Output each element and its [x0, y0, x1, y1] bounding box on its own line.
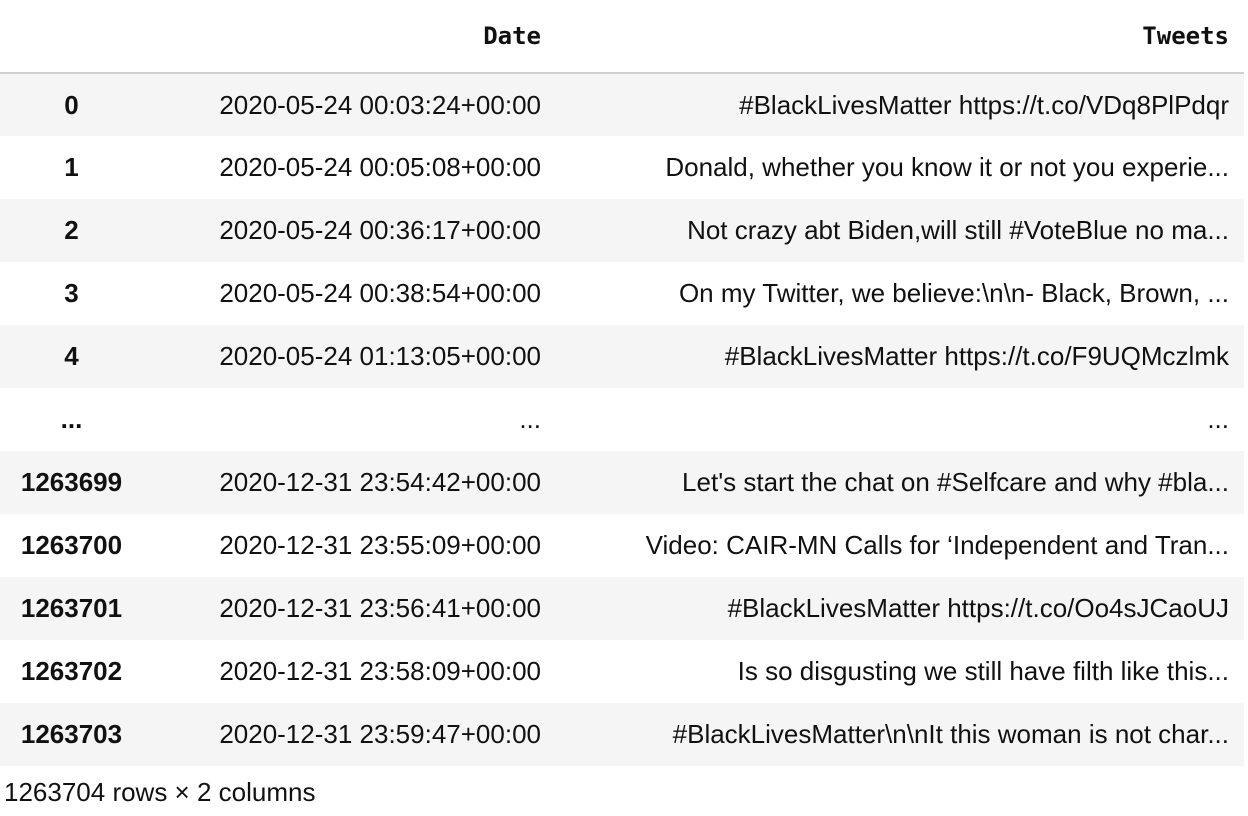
- row-index: 0: [64, 89, 79, 120]
- ellipsis-row: ... ... ...: [0, 388, 1244, 451]
- row-index: 3: [64, 278, 79, 308]
- date-cell-ellipsis: ...: [519, 404, 541, 434]
- header-date: Date: [143, 0, 556, 74]
- header-row: Date Tweets: [0, 0, 1244, 74]
- tweet-cell: #BlackLivesMatter https://t.co/F9UQMczlm…: [724, 341, 1229, 371]
- dataframe-table: Date Tweets 0 2020-05-24 00:03:24+00:00 …: [0, 0, 1244, 766]
- row-index-ellipsis: ...: [60, 404, 83, 434]
- table-row: 4 2020-05-24 01:13:05+00:00 #BlackLivesM…: [0, 325, 1244, 388]
- date-cell: 2020-12-31 23:54:42+00:00: [219, 467, 541, 497]
- table-row: 1263702 2020-12-31 23:58:09+00:00 Is so …: [0, 640, 1244, 703]
- table-row: 1263699 2020-12-31 23:54:42+00:00 Let's …: [0, 451, 1244, 514]
- date-cell: 2020-05-24 01:13:05+00:00: [219, 341, 541, 371]
- table-row: 1263700 2020-12-31 23:55:09+00:00 Video:…: [0, 514, 1244, 577]
- header-tweets: Tweets: [556, 0, 1244, 74]
- table-row: 2 2020-05-24 00:36:17+00:00 Not crazy ab…: [0, 199, 1244, 262]
- table-row: 1 2020-05-24 00:05:08+00:00 Donald, whet…: [0, 136, 1244, 199]
- header-index: [0, 0, 143, 74]
- tweet-cell: Is so disgusting we still have filth lik…: [737, 656, 1229, 686]
- tweet-cell: Let's start the chat on #Selfcare and wh…: [682, 467, 1229, 497]
- table-header: Date Tweets: [0, 0, 1244, 74]
- table-body: 0 2020-05-24 00:03:24+00:00 #BlackLivesM…: [0, 73, 1244, 766]
- date-cell: 2020-12-31 23:58:09+00:00: [219, 656, 541, 686]
- tweet-cell: Not crazy abt Biden,will still #VoteBlue…: [687, 215, 1229, 245]
- table-row: 0 2020-05-24 00:03:24+00:00 #BlackLivesM…: [0, 73, 1244, 136]
- table-row: 1263703 2020-12-31 23:59:47+00:00 #Black…: [0, 703, 1244, 766]
- tweet-cell: Video: CAIR-MN Calls for ‘Independent an…: [645, 530, 1229, 560]
- dataframe-shape-summary: 1263704 rows × 2 columns: [4, 777, 316, 807]
- tweet-cell: #BlackLivesMatter https://t.co/Oo4sJCaoU…: [727, 593, 1229, 623]
- row-index: 4: [64, 341, 79, 371]
- row-index: 1263703: [20, 719, 123, 749]
- dataframe-output: Date Tweets 0 2020-05-24 00:03:24+00:00 …: [0, 0, 1248, 766]
- row-index: 1263700: [20, 530, 123, 560]
- row-index: 2: [64, 215, 79, 245]
- date-cell: 2020-12-31 23:59:47+00:00: [219, 719, 541, 749]
- table-row: 1263701 2020-12-31 23:56:41+00:00 #Black…: [0, 577, 1244, 640]
- date-cell: 2020-05-24 00:36:17+00:00: [219, 215, 541, 245]
- date-cell: 2020-12-31 23:56:41+00:00: [219, 593, 541, 623]
- tweet-cell: On my Twitter, we believe:\n\n- Black, B…: [678, 278, 1229, 308]
- row-index: 1263701: [20, 593, 123, 623]
- tweet-cell: #BlackLivesMatter\n\nIt this woman is no…: [672, 719, 1229, 749]
- date-cell: 2020-05-24 00:38:54+00:00: [219, 278, 541, 308]
- tweet-cell: #BlackLivesMatter https://t.co/VDq8PlPdq…: [739, 89, 1229, 120]
- table-row: 3 2020-05-24 00:38:54+00:00 On my Twitte…: [0, 262, 1244, 325]
- row-index: 1263702: [20, 656, 123, 686]
- date-cell: 2020-05-24 00:03:24+00:00: [219, 89, 541, 120]
- tweet-cell: Donald, whether you know it or not you e…: [665, 152, 1229, 182]
- tweet-cell-ellipsis: ...: [1207, 404, 1229, 434]
- date-cell: 2020-05-24 00:05:08+00:00: [219, 152, 541, 182]
- row-index: 1: [64, 152, 79, 182]
- date-cell: 2020-12-31 23:55:09+00:00: [219, 530, 541, 560]
- row-index: 1263699: [20, 467, 123, 497]
